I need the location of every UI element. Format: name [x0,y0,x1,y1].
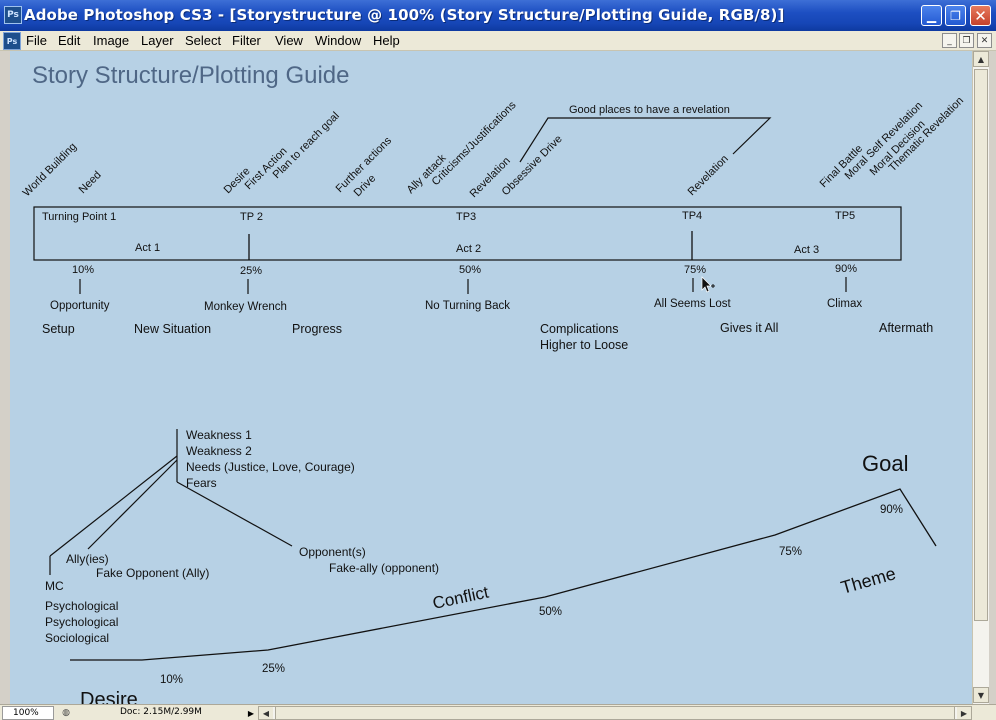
stage-new-situation: New Situation [134,322,211,336]
plotting-guide-artwork: Story Structure/Plotting Guide World Bui… [21,62,966,704]
menu-view[interactable]: View [275,33,303,48]
doc-restore-button[interactable]: ❐ [959,33,974,48]
horizontal-scroll-thumb[interactable] [275,707,955,719]
curve-90-percent: 90% [880,504,903,516]
document-heading: Story Structure/Plotting Guide [32,62,349,89]
character-opponents: Opponent(s) [299,545,366,559]
label-opportunity: Opportunity [50,300,110,312]
menu-image[interactable]: Image [93,33,129,48]
stage-higher-to-loose: Higher to Loose [540,338,628,352]
character-allies: Ally(ies) [66,552,109,566]
branch-mc [49,455,178,557]
document-icon[interactable]: Ps [3,32,21,50]
turning-point-2: TP 2 [240,211,263,223]
vertical-scrollbar[interactable]: ▲ ▼ [972,51,989,704]
marker-50-percent: 50% [459,264,481,276]
label-no-turning-back: No Turning Back [425,300,510,312]
curve-50-percent: 50% [539,606,562,618]
label-all-seems-lost: All Seems Lost [654,298,732,310]
menu-edit[interactable]: Edit [58,33,80,48]
branch-allies [87,459,178,550]
curve-label-goal: Goal [862,451,908,476]
turning-point-1: Turning Point 1 [42,211,116,223]
turning-point-5: TP5 [835,210,855,222]
menu-select[interactable]: Select [185,33,221,48]
stage-setup: Setup [42,322,75,336]
turning-point-3: TP3 [456,211,476,223]
window-title: Adobe Photoshop CS3 - [Storystructure @ … [24,6,785,24]
act-3-label: Act 3 [794,244,819,256]
trait-weakness-1: Weakness 1 [186,428,252,442]
restore-button[interactable]: ❐ [945,5,966,26]
curve-label-desire: Desire [80,689,138,704]
document-size-info: Doc: 2.15M/2.99M [120,707,202,717]
scroll-up-arrow-icon[interactable]: ▲ [973,51,989,67]
label-monkey-wrench: Monkey Wrench [204,301,287,313]
menu-help[interactable]: Help [373,33,400,48]
trait-weakness-2: Weakness 2 [186,444,252,458]
turning-point-4: TP4 [682,210,702,222]
label-revelation-2: Revelation [686,153,731,198]
status-bar: 100% ◍ Doc: 2.15M/2.99M ▶ ◀ ▶ [0,704,996,720]
menu-file[interactable]: File [26,33,47,48]
curve-label-conflict: Conflict [431,582,491,612]
branch-opponents [176,481,293,547]
label-world-building: World Building [21,141,80,200]
mc-psychological-2: Psychological [45,615,118,629]
trait-needs: Needs (Justice, Love, Courage) [186,460,355,474]
horizontal-scrollbar[interactable]: ◀ ▶ [258,706,972,720]
mc-psychological-1: Psychological [45,599,118,613]
status-menu-arrow-icon[interactable]: ▶ [245,706,257,720]
stage-aftermath: Aftermath [879,321,933,335]
menu-window[interactable]: Window [315,33,361,48]
marker-90-percent: 90% [835,263,857,275]
scroll-left-arrow-icon[interactable]: ◀ [259,707,273,719]
label-climax: Climax [827,298,862,310]
menu-bar: Ps File Edit Image Layer Select Filter V… [0,31,996,51]
window-right-edge [989,51,996,720]
label-need: Need [77,169,104,196]
doc-minimize-button[interactable]: _ [942,33,957,48]
window-title-bar[interactable]: Ps Adobe Photoshop CS3 - [Storystructure… [0,0,996,31]
status-info-icon[interactable]: ◍ [58,706,74,720]
mc-sociological: Sociological [45,631,109,645]
marker-25-percent: 25% [240,265,262,277]
zoom-level-field[interactable]: 100% [2,706,54,720]
menu-layer[interactable]: Layer [141,33,174,48]
act-2-label: Act 2 [456,243,481,255]
character-fake-opponent: Fake Opponent (Ally) [96,566,209,580]
character-mc: MC [45,579,64,593]
stage-complications: Complications [540,322,619,336]
revelation-note: Good places to have a revelation [569,104,730,116]
label-criticisms-justifications: Criticisms/Justifications [430,99,519,188]
curve-10-percent: 10% [160,674,183,686]
canvas-gutter [0,51,10,704]
close-button[interactable]: ✕ [970,5,991,26]
move-cursor-icon [701,276,715,293]
scroll-right-arrow-icon[interactable]: ▶ [957,707,971,719]
stage-progress: Progress [292,322,342,336]
stage-gives-it-all: Gives it All [720,321,778,335]
scroll-down-arrow-icon[interactable]: ▼ [973,687,989,703]
photoshop-app-icon[interactable]: Ps [4,6,22,24]
vertical-scroll-thumb[interactable] [974,69,988,621]
curve-75-percent: 75% [779,546,802,558]
marker-75-percent: 75% [684,264,706,276]
minimize-button[interactable]: ▁ [921,5,942,26]
doc-close-button[interactable]: ✕ [977,33,992,48]
trait-fears: Fears [186,476,217,490]
marker-10-percent: 10% [72,264,94,276]
document-canvas[interactable]: Story Structure/Plotting Guide World Bui… [10,51,972,704]
menu-filter[interactable]: Filter [232,33,261,48]
curve-25-percent: 25% [262,663,285,675]
curve-label-theme: Theme [839,563,898,598]
act-1-label: Act 1 [135,242,160,254]
character-fake-ally: Fake-ally (opponent) [329,561,439,575]
